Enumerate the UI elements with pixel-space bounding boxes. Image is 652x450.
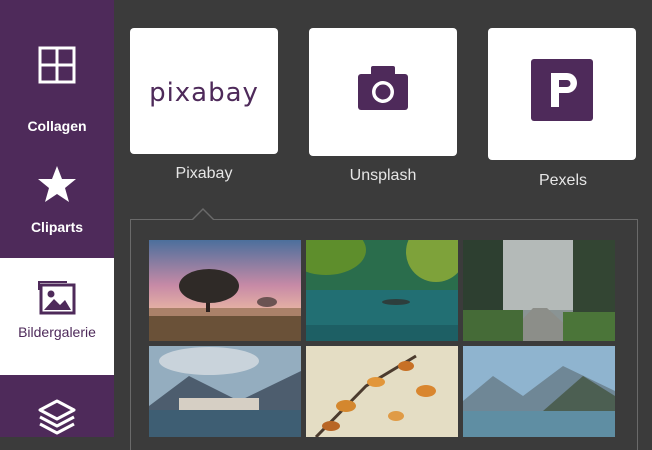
layers-icon <box>38 399 76 435</box>
collage-grid-icon <box>38 46 76 84</box>
sidebar-item-bildergalerie[interactable]: Bildergalerie <box>0 258 114 375</box>
sidebar: Collagen Cliparts Bildergalerie <box>0 0 114 437</box>
gallery-image-autumn-leaves[interactable] <box>306 346 458 437</box>
sidebar-item-cliparts[interactable]: Cliparts <box>0 137 114 254</box>
provider-unsplash-button[interactable] <box>309 28 457 156</box>
pixabay-logo: pixabay <box>149 78 259 108</box>
gallery-image-tree-sunrise[interactable] <box>149 240 301 341</box>
provider-label-unsplash: Unsplash <box>349 167 417 184</box>
image-gallery-icon <box>38 281 76 315</box>
sidebar-item-label: Bildergalerie <box>18 324 96 340</box>
provider-pixabay-button[interactable]: pixabay <box>130 28 278 154</box>
provider-pexels-button[interactable] <box>488 28 636 160</box>
sidebar-item-label: Collagen <box>27 118 87 134</box>
provider-label-pixabay: Pixabay <box>175 165 233 182</box>
gallery-image-mountain-lake[interactable] <box>463 346 615 437</box>
star-icon <box>38 166 76 202</box>
sidebar-item-label: Cliparts <box>30 219 84 235</box>
provider-label-pexels: Pexels <box>538 172 588 189</box>
gallery-image-forest-road[interactable] <box>463 240 615 341</box>
pexels-p-icon <box>531 59 593 121</box>
camera-icon <box>358 66 408 110</box>
gallery-image-green-lake[interactable] <box>306 240 458 341</box>
gallery-image-lakeside-village[interactable] <box>149 346 301 437</box>
sidebar-item-layers[interactable] <box>0 375 114 437</box>
sidebar-item-collagen[interactable]: Collagen <box>0 20 114 137</box>
